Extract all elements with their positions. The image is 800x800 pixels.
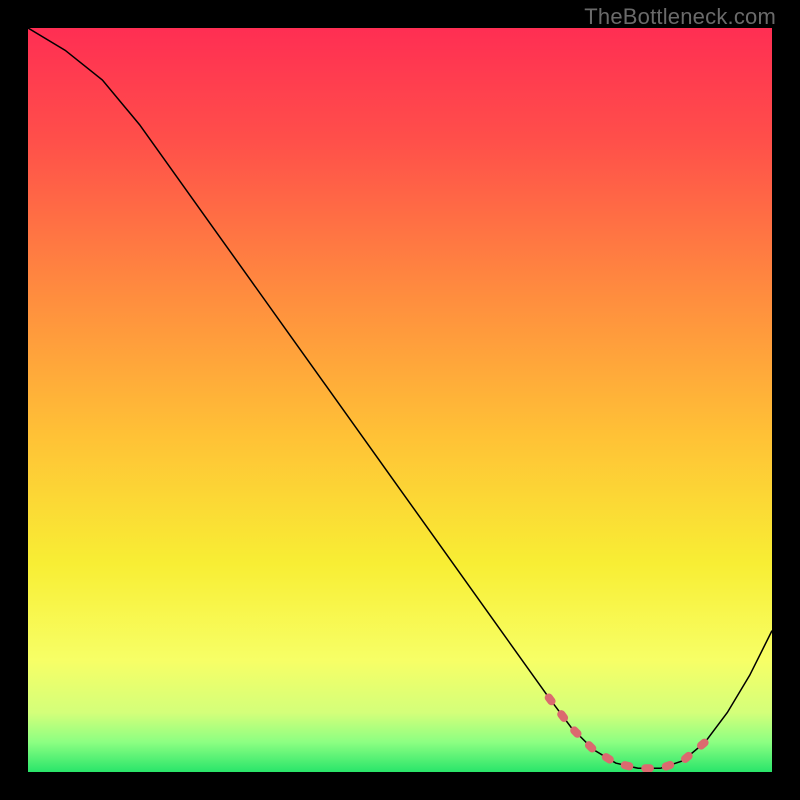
gradient-background: [28, 28, 772, 772]
chart-frame: TheBottleneck.com: [0, 0, 800, 800]
attribution-text: TheBottleneck.com: [584, 4, 776, 30]
chart-plot: [28, 28, 772, 772]
